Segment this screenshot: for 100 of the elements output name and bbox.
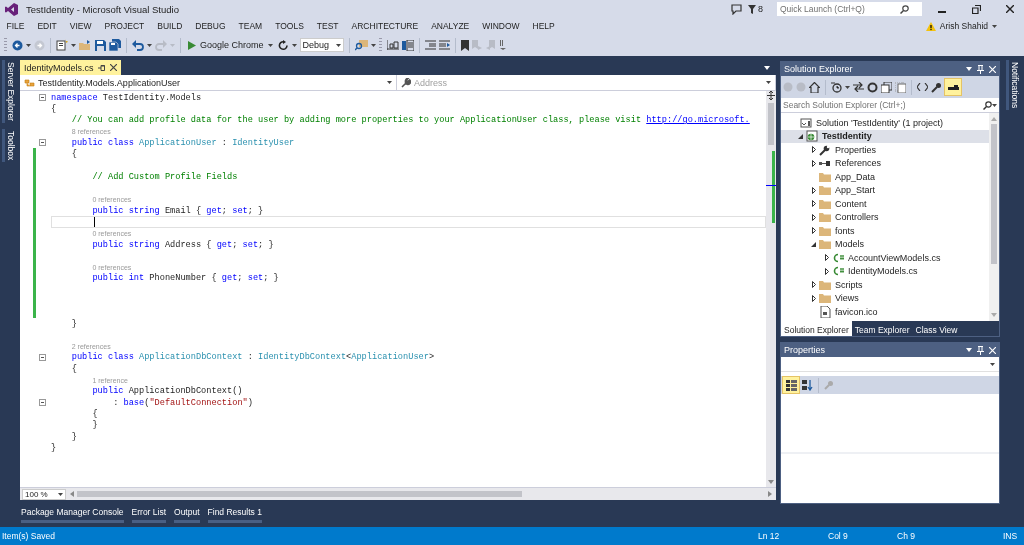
- menu-item[interactable]: FILE: [0, 21, 31, 31]
- scroll-thumb[interactable]: [768, 103, 774, 145]
- configuration-dropdown[interactable]: Debug: [299, 38, 344, 52]
- collapse-icon[interactable]: [39, 399, 46, 407]
- tree-item-label[interactable]: Controllers: [835, 212, 879, 223]
- split-icon[interactable]: [767, 91, 775, 100]
- sync-icon[interactable]: [853, 82, 864, 92]
- scroll-thumb[interactable]: [991, 124, 997, 264]
- tree-row[interactable]: TestIdentity: [781, 129, 989, 143]
- filter-icon[interactable]: [748, 4, 756, 14]
- caret-icon[interactable]: [966, 348, 972, 352]
- side-tab[interactable]: Notifications: [1006, 60, 1021, 111]
- menu-item[interactable]: TOOLS: [268, 21, 311, 31]
- tree-item-label[interactable]: References: [835, 158, 882, 169]
- code-link[interactable]: http://go.microsoft.: [646, 115, 750, 126]
- menu-item[interactable]: VIEW: [63, 21, 99, 31]
- expanded-arrow-icon[interactable]: [798, 133, 803, 139]
- menu-item[interactable]: ARCHITECTURE: [345, 21, 425, 31]
- menu-item[interactable]: BUILD: [150, 21, 189, 31]
- caret-icon[interactable]: [992, 103, 997, 107]
- tree-item-label[interactable]: fonts: [835, 225, 855, 236]
- tree-row[interactable]: IdentityModels.cs: [781, 264, 989, 278]
- pin-icon[interactable]: [97, 63, 106, 72]
- menu-item[interactable]: PROJECT: [98, 21, 151, 31]
- tool-window-tab[interactable]: Output: [174, 507, 200, 523]
- collapsed-arrow-icon[interactable]: [811, 200, 816, 208]
- warning-icon[interactable]: [925, 21, 936, 31]
- collapse-icon[interactable]: [39, 94, 46, 102]
- collapsed-arrow-icon[interactable]: [811, 213, 816, 221]
- caret-icon[interactable]: [71, 43, 76, 47]
- save-icon[interactable]: [95, 39, 106, 51]
- menu-item[interactable]: DEBUG: [188, 21, 232, 31]
- collapsed-arrow-icon[interactable]: [811, 186, 816, 194]
- caret-icon[interactable]: [370, 43, 376, 47]
- tree-row[interactable]: Properties: [781, 143, 989, 157]
- menu-item[interactable]: WINDOW: [475, 21, 527, 31]
- tree-row[interactable]: fonts: [781, 224, 989, 238]
- account-name[interactable]: Arish Shahid: [939, 21, 988, 31]
- alphabetical-icon[interactable]: [802, 379, 813, 391]
- tree-item-label[interactable]: App_Start: [835, 185, 876, 196]
- tree-row[interactable]: Views: [781, 291, 989, 305]
- tree-row[interactable]: Models: [781, 237, 989, 251]
- menu-item[interactable]: EDIT: [30, 21, 64, 31]
- document-tab[interactable]: IdentityModels.cs: [20, 60, 121, 75]
- collapsed-arrow-icon[interactable]: [811, 294, 816, 302]
- tree-row[interactable]: Controllers: [781, 210, 989, 224]
- start-button[interactable]: Google Chrome: [186, 36, 275, 54]
- tree-item-label[interactable]: TestIdentity: [822, 131, 872, 142]
- tool-window-tab[interactable]: Find Results 1: [207, 507, 262, 523]
- home-icon[interactable]: [809, 81, 820, 93]
- collapsed-arrow-icon[interactable]: [811, 227, 816, 235]
- caret-icon[interactable]: [147, 43, 152, 47]
- tree-item-label[interactable]: Properties: [835, 144, 877, 155]
- panel-tab[interactable]: Class View: [912, 321, 961, 336]
- tree-row[interactable]: References: [781, 156, 989, 170]
- tree-item-label[interactable]: Views: [835, 293, 859, 304]
- categorized-button[interactable]: [783, 377, 799, 393]
- scroll-right-icon[interactable]: [768, 491, 772, 497]
- expanded-arrow-icon[interactable]: [811, 241, 816, 247]
- close-icon[interactable]: [109, 64, 117, 71]
- tab-list-caret-icon[interactable]: [764, 65, 770, 70]
- collapsed-arrow-icon[interactable]: [811, 281, 816, 289]
- search-field[interactable]: Search Solution Explorer (Ctrl+;): [781, 98, 999, 113]
- tree-row[interactable]: App_Start: [781, 183, 989, 197]
- caret-icon[interactable]: [966, 67, 972, 71]
- tool-window-tab[interactable]: Package Manager Console: [21, 507, 124, 523]
- type-dropdown[interactable]: TestIdentity.Models.ApplicationUser: [20, 75, 397, 90]
- menu-item[interactable]: TEST: [310, 21, 346, 31]
- tree-item-label[interactable]: AccountViewModels.cs: [848, 252, 941, 263]
- panel-tab[interactable]: Solution Explorer: [781, 321, 852, 336]
- wrench-icon[interactable]: [931, 81, 942, 93]
- tool-window-tab[interactable]: Error List: [131, 507, 167, 523]
- feedback-icon[interactable]: [731, 3, 742, 15]
- caret-icon[interactable]: [291, 43, 297, 47]
- tree-item-label[interactable]: Models: [835, 239, 864, 250]
- scroll-down-icon[interactable]: [768, 480, 774, 484]
- vertical-scrollbar[interactable]: [989, 113, 999, 321]
- collapse-icon[interactable]: [39, 139, 46, 147]
- tree-row[interactable]: Scripts: [781, 278, 989, 292]
- collapse-all-icon[interactable]: [881, 81, 892, 93]
- undo-icon[interactable]: [132, 39, 144, 51]
- tree-item-label[interactable]: Scripts: [835, 279, 863, 290]
- quick-launch-field[interactable]: Quick Launch (Ctrl+Q): [777, 2, 922, 16]
- show-all-files-icon[interactable]: [895, 81, 906, 93]
- scroll-thumb[interactable]: [77, 491, 522, 497]
- tree-item-label[interactable]: favicon.ico: [835, 306, 878, 317]
- caret-icon[interactable]: [992, 24, 997, 28]
- save-all-icon[interactable]: [109, 39, 121, 51]
- collapsed-arrow-icon[interactable]: [824, 267, 829, 275]
- tab-title[interactable]: IdentityModels.cs: [24, 62, 94, 73]
- side-tab[interactable]: Toolbox: [1, 129, 17, 163]
- tree-item-label[interactable]: Solution 'TestIdentity' (1 project): [816, 117, 943, 128]
- vertical-scrollbar[interactable]: [766, 91, 776, 487]
- search-icon[interactable]: [983, 100, 992, 110]
- collapsed-arrow-icon[interactable]: [811, 146, 816, 154]
- tree-row[interactable]: Solution 'TestIdentity' (1 project): [781, 116, 989, 130]
- panel-tab[interactable]: Team Explorer: [851, 321, 913, 336]
- indent-left-icon[interactable]: [424, 40, 436, 50]
- open-folder-icon[interactable]: [79, 39, 92, 51]
- collapse-icon[interactable]: [39, 353, 46, 361]
